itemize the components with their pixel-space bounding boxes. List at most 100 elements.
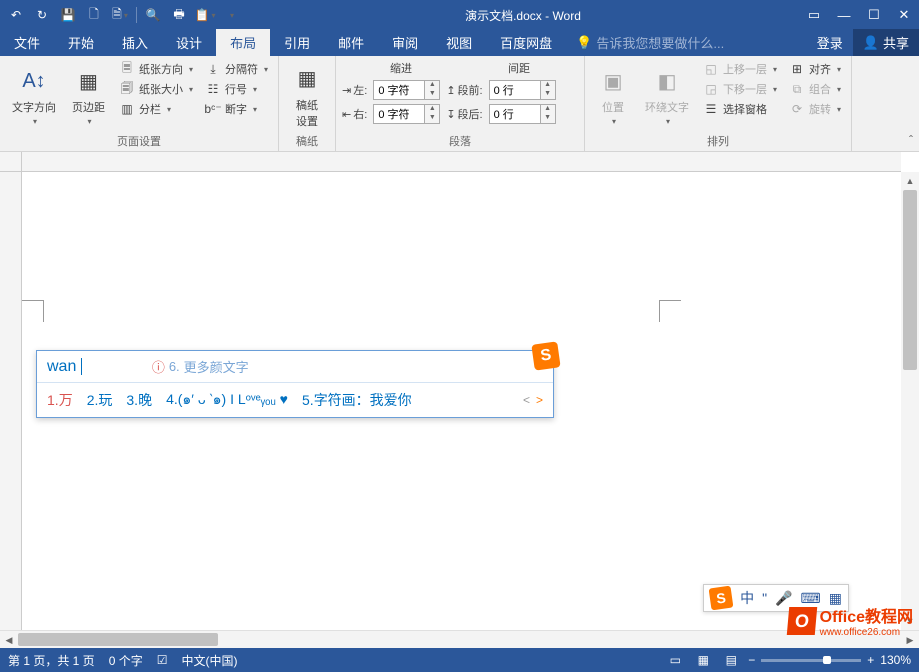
spin-down[interactable]: ▼ (541, 90, 555, 99)
send-backward-label: 下移一层 (723, 81, 767, 97)
print-preview-button[interactable]: 🔍 (141, 3, 165, 27)
page-indicator[interactable]: 第 1 页，共 1 页 (8, 652, 95, 669)
scroll-track-h[interactable] (18, 631, 901, 648)
indent-right-label: 右: (353, 106, 367, 122)
space-before-input[interactable] (490, 81, 540, 99)
indent-left-input[interactable] (374, 81, 424, 99)
tab-view[interactable]: 视图 (432, 29, 486, 56)
tab-layout[interactable]: 布局 (216, 29, 270, 56)
space-after-spinner[interactable]: ▲▼ (489, 104, 556, 124)
spin-up[interactable]: ▲ (541, 81, 555, 90)
wrap-text-button[interactable]: ◧ 环绕文字▾ (639, 60, 695, 131)
redo-button[interactable]: ↻ (30, 3, 54, 27)
spin-down[interactable]: ▼ (425, 90, 439, 99)
tab-file[interactable]: 文件 (0, 29, 54, 56)
indent-right-spinner[interactable]: ▲▼ (373, 104, 440, 124)
bring-forward-button[interactable]: ◱上移一层▾ (699, 60, 781, 78)
maximize-button[interactable]: ☐ (859, 0, 889, 30)
proofing-icon[interactable]: ☑ (157, 653, 168, 667)
size-button[interactable]: 🗐纸张大小▾ (115, 80, 197, 98)
columns-button[interactable]: ▥分栏▾ (115, 100, 197, 118)
paste-button[interactable]: 📋▾ (193, 3, 217, 27)
space-before-spinner[interactable]: ▲▼ (489, 80, 556, 100)
horizontal-scrollbar[interactable]: ◀ ▶ (0, 630, 919, 648)
manuscript-button[interactable]: ▦ 稿纸 设置 (285, 60, 329, 131)
word-count[interactable]: 0 个字 (109, 652, 143, 669)
zoom-level[interactable]: 130% (880, 653, 911, 667)
print-button[interactable]: 🖶 (167, 3, 191, 27)
group-button-btn[interactable]: ⧉组合▾ (785, 80, 845, 98)
scroll-thumb-v[interactable] (903, 190, 917, 370)
save-as-button[interactable]: 🗎▾ (108, 3, 132, 27)
manuscript-label: 稿纸 设置 (296, 97, 318, 129)
breaks-button[interactable]: ⤓分隔符▾ (201, 60, 272, 78)
zoom-slider[interactable] (761, 659, 861, 662)
tab-mailings[interactable]: 邮件 (324, 29, 378, 56)
position-button[interactable]: ▣ 位置▾ (591, 60, 635, 131)
rotate-button[interactable]: ⟳旋转▾ (785, 100, 845, 118)
ime-candidate-5[interactable]: 5.字符画：我爱你 (302, 390, 412, 410)
quick-access-toolbar: ↶ ↻ 💾 🗋 🗎▾ 🔍 🖶 📋▾ ▾ (0, 3, 247, 27)
sogou-status-icon[interactable]: S (709, 586, 734, 611)
zoom-out-button[interactable]: − (748, 653, 755, 667)
hyphenation-button[interactable]: bᶜ⁻断字▾ (201, 100, 272, 118)
watermark-title: Office教程网 (820, 603, 913, 627)
scroll-left-button[interactable]: ◀ (0, 631, 18, 649)
ime-next-button[interactable]: > (536, 393, 543, 407)
tab-baidu[interactable]: 百度网盘 (486, 29, 566, 56)
ime-candidate-3[interactable]: 3.晚 (126, 390, 152, 410)
print-layout-button[interactable]: ▦ (692, 651, 714, 669)
read-mode-button[interactable]: ▭ (664, 651, 686, 669)
spin-up[interactable]: ▲ (425, 105, 439, 114)
new-button[interactable]: 🗋 (82, 3, 106, 27)
vertical-ruler[interactable] (0, 172, 22, 630)
tab-insert[interactable]: 插入 (108, 29, 162, 56)
tab-review[interactable]: 审阅 (378, 29, 432, 56)
tab-design[interactable]: 设计 (162, 29, 216, 56)
undo-button[interactable]: ↶ (4, 3, 28, 27)
breaks-icon: ⤓ (205, 61, 221, 77)
ime-hint[interactable]: ⓘ 6. 更多颜文字 (152, 357, 249, 376)
spin-down[interactable]: ▼ (425, 114, 439, 123)
login-button[interactable]: 登录 (807, 29, 853, 56)
share-button[interactable]: 👤 共享 (853, 29, 919, 56)
close-button[interactable]: ✕ (889, 0, 919, 30)
vertical-scrollbar[interactable]: ▲ ▼ (901, 172, 919, 630)
minimize-button[interactable]: — (829, 0, 859, 30)
spin-up[interactable]: ▲ (425, 81, 439, 90)
collapse-ribbon-button[interactable]: ˆ (909, 133, 913, 147)
save-button[interactable]: 💾 (56, 3, 80, 27)
line-numbers-button[interactable]: ☷行号▾ (201, 80, 272, 98)
web-layout-button[interactable]: ▤ (720, 651, 742, 669)
ime-lang-indicator[interactable]: 中 (740, 588, 754, 608)
spin-up[interactable]: ▲ (541, 105, 555, 114)
scroll-track-v[interactable] (901, 190, 919, 612)
indent-right-input[interactable] (374, 105, 424, 123)
selection-pane-button[interactable]: ☰选择窗格 (699, 100, 781, 118)
send-backward-button[interactable]: ◲下移一层▾ (699, 80, 781, 98)
text-direction-button[interactable]: A↕ 文字方向▾ (6, 60, 62, 131)
scroll-up-button[interactable]: ▲ (901, 172, 919, 190)
horizontal-ruler[interactable] (22, 152, 901, 172)
margins-button[interactable]: ▦ 页边距▾ (66, 60, 111, 131)
tell-me-search[interactable]: 💡 告诉我您想要做什么... (566, 29, 734, 56)
ime-candidate-4[interactable]: 4.(๑′ ᴗ ‵๑) I Lᵒᵛᵉᵧₒᵤ ♥ (166, 389, 288, 411)
ime-prev-button[interactable]: < (523, 393, 530, 407)
ime-candidate-1[interactable]: 1.万 (47, 390, 73, 410)
ime-punct-button[interactable]: " (762, 590, 767, 606)
language-indicator[interactable]: 中文(中国) (181, 652, 237, 669)
zoom-in-button[interactable]: + (867, 653, 874, 667)
scroll-thumb-h[interactable] (18, 633, 218, 646)
group-paragraph: 缩进 间距 ⇥左: ▲▼ ↥段前: ▲▼ ⇤右: ▲▼ ↧段后: ▲▼ 段落 (336, 56, 585, 151)
tab-home[interactable]: 开始 (54, 29, 108, 56)
indent-left-spinner[interactable]: ▲▼ (373, 80, 440, 100)
ribbon-options-button[interactable]: ▭ (799, 0, 829, 30)
tab-references[interactable]: 引用 (270, 29, 324, 56)
qat-customize[interactable]: ▾ (219, 3, 243, 27)
align-button[interactable]: ⊞对齐▾ (785, 60, 845, 78)
ime-candidate-2[interactable]: 2.玩 (87, 390, 113, 410)
spin-down[interactable]: ▼ (541, 114, 555, 123)
space-after-input[interactable] (490, 105, 540, 123)
orientation-button[interactable]: 🗏纸张方向▾ (115, 60, 197, 78)
watermark: O Office教程网 www.office26.com (788, 603, 913, 638)
